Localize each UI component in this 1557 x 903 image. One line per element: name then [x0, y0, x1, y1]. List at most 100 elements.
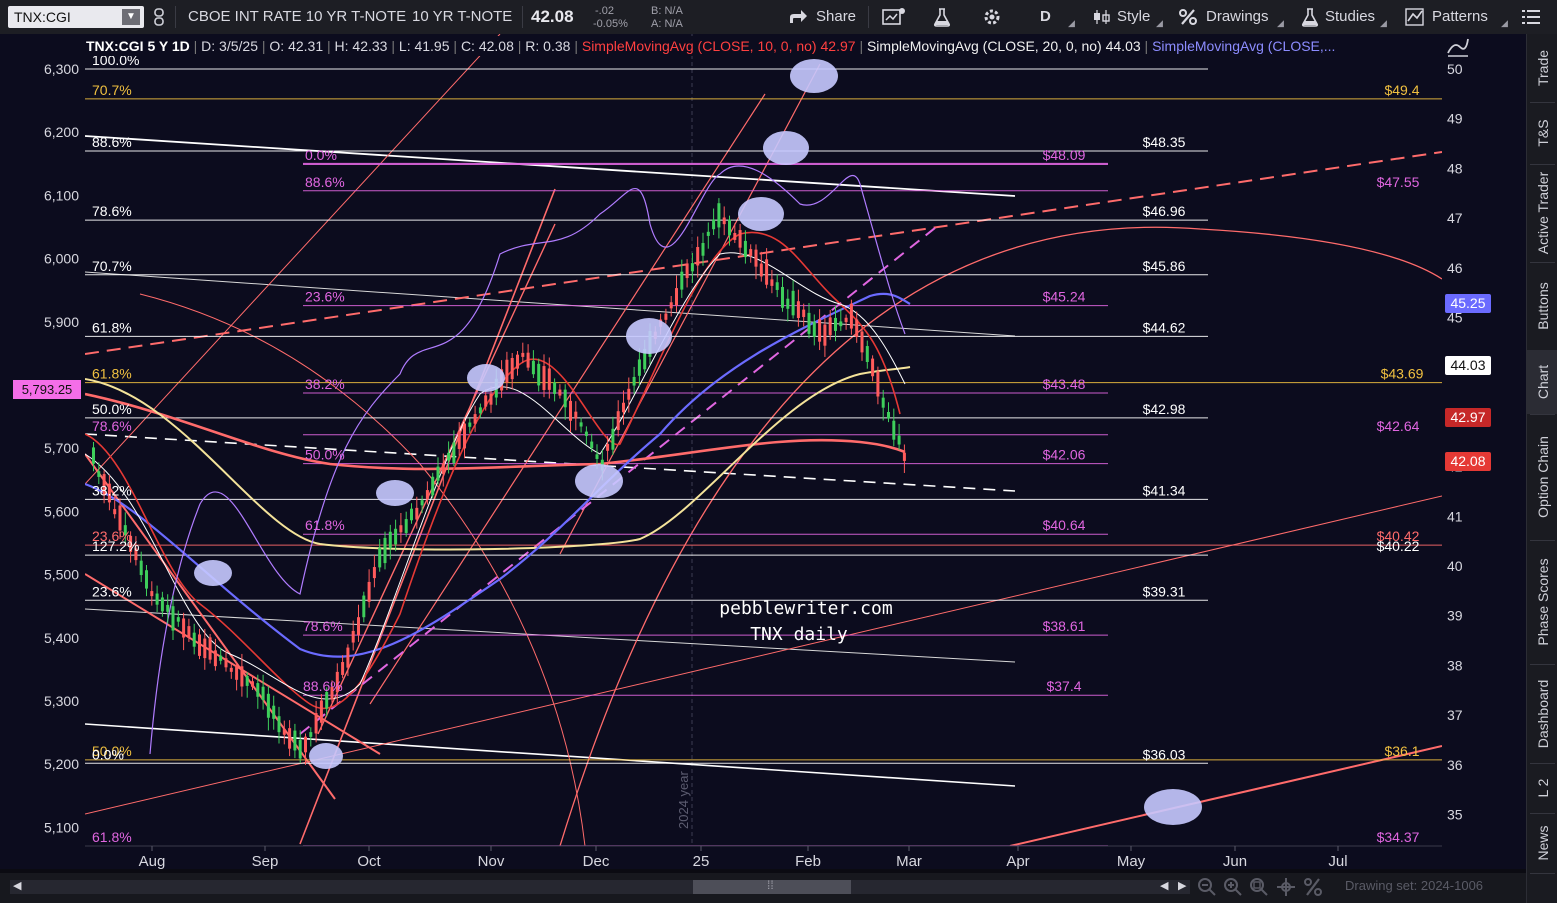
highlight-ellipse [626, 318, 672, 354]
candle-body [775, 282, 779, 290]
candle-body [399, 525, 403, 533]
rail-tab-chart[interactable]: Chart [1527, 350, 1557, 414]
candle-body [616, 411, 620, 431]
zoom-box-icon[interactable] [1248, 876, 1270, 903]
candle-body [484, 395, 488, 407]
scroll-right-icon[interactable]: ▶ [1178, 879, 1186, 892]
candle-body [436, 466, 440, 481]
zoom-out-icon[interactable] [1196, 876, 1218, 903]
ask-value: A: N/A [651, 18, 683, 30]
sma10-label[interactable]: SimpleMovingAvg (CLOSE, 10, 0, no) [582, 38, 817, 54]
chevron-down-icon[interactable]: ▼ [122, 9, 140, 25]
bottom-bar: ◀ ◀ ▶ ⁞⁞ Drawing set: 2024-1006 [0, 873, 1526, 903]
rail-tab-phase-scores[interactable]: Phase Scores [1527, 540, 1557, 664]
fib-percent-label: 78.6% [92, 418, 132, 434]
rail-tab-t-s[interactable]: T&S [1527, 102, 1557, 164]
link-icon[interactable] [152, 8, 166, 26]
pan-icon[interactable] [1276, 877, 1296, 902]
highlight-ellipse [194, 560, 232, 586]
aggregation-button[interactable]: D [1040, 0, 1051, 34]
candle-body [298, 740, 302, 759]
collapse-studies-icon[interactable] [1446, 37, 1470, 57]
symbol-selector[interactable]: TNX:CGI ▼ [8, 6, 144, 28]
rail-tab-label: News [1534, 825, 1551, 861]
zoom-in-icon[interactable] [1222, 876, 1244, 903]
candle-body [505, 359, 509, 383]
candle-body [118, 505, 122, 531]
patterns-button[interactable]: Patterns ◢ [1403, 0, 1509, 34]
candle-body [367, 581, 371, 602]
style-button[interactable]: Style ◢ [1090, 0, 1163, 34]
drawing-set-label[interactable]: Drawing set: 2024-1006 [1345, 878, 1483, 893]
sma20-label[interactable]: SimpleMovingAvg (CLOSE, 20, 0, no) [867, 38, 1102, 54]
candle-body [372, 567, 376, 579]
drawings-button[interactable]: Drawings ◢ [1176, 0, 1284, 34]
candle-body [415, 507, 419, 520]
fib-price-label: $43.69 [1381, 366, 1424, 382]
share-button[interactable]: Share [786, 0, 858, 34]
menu-icon[interactable] [1522, 9, 1540, 30]
last-price: 42.08 [531, 7, 574, 26]
chart-notes-icon[interactable] [882, 8, 906, 31]
rail-tab-trade[interactable]: Trade [1527, 34, 1557, 102]
sma10-value: 42.97 [820, 38, 856, 54]
fib-price-label: $43.48 [1043, 376, 1086, 392]
candle-body [881, 397, 885, 408]
candle-body [272, 705, 276, 719]
left-tick-label: 5,200 [44, 756, 79, 772]
rail-tab-active-trader[interactable]: Active Trader [1527, 164, 1557, 262]
horizontal-scrollbar[interactable] [10, 880, 1190, 894]
candle-body [261, 686, 265, 700]
candle-body [229, 667, 233, 672]
highlight-ellipse [790, 59, 838, 93]
gear-icon[interactable] [982, 7, 1002, 32]
fib-price-label: $40.22 [1377, 538, 1420, 554]
highlight-ellipse [309, 743, 343, 769]
rail-tab-l-2[interactable]: L 2 [1527, 763, 1557, 813]
rail-tab-news[interactable]: News [1527, 813, 1557, 873]
candle-body [669, 302, 673, 309]
x-tick-label: Jun [1223, 853, 1247, 869]
flask-icon[interactable] [932, 7, 952, 32]
candle-body [765, 259, 769, 285]
bar-open: O: 42.31 [269, 38, 324, 54]
rail-tab-label: T&S [1534, 119, 1551, 147]
x-tick-label: Feb [795, 853, 821, 869]
rail-tab-buttons[interactable]: Buttons [1527, 262, 1557, 350]
candle-body [378, 547, 382, 568]
candle-body [849, 303, 853, 329]
candle-body [468, 422, 472, 427]
candle-body [754, 249, 758, 267]
candle-body [632, 376, 636, 386]
symbol-description: CBOE INT RATE 10 YR T-NOTE [188, 8, 407, 25]
bar-date: D: 3/5/25 [201, 38, 258, 54]
candle-body [812, 321, 816, 337]
fib-percent-label: 0.0% [305, 147, 337, 163]
scroll-left-icon[interactable]: ◀ [13, 879, 21, 892]
candle-body [595, 454, 599, 459]
rail-tab-dashboard[interactable]: Dashboard [1527, 664, 1557, 763]
candle-body [192, 632, 196, 647]
highlight-ellipse [738, 197, 784, 231]
right-price-badge: 42.97 [1445, 408, 1491, 427]
bar-low: L: 41.95 [398, 38, 450, 54]
scroll-left-end-icon[interactable]: ◀ [1160, 879, 1168, 892]
price-chart[interactable]: 100.0%70.7% $49.488.6% $48.350.0% $48.0988.… [0, 34, 1526, 869]
candle-body [563, 389, 567, 408]
share-icon [790, 10, 807, 23]
candle-body [139, 560, 143, 576]
chart-area[interactable]: 100.0% 70.7% $49.4 88.6% $48.35 0.0% $48.09 88.… [0, 34, 1526, 869]
fib-percent-label: 23.6% [305, 289, 345, 305]
rail-tab-option-chain[interactable]: Option Chain [1527, 414, 1557, 540]
fib-price-label: $42.06 [1043, 447, 1086, 463]
candle-body [818, 319, 822, 342]
candle-body [282, 729, 286, 735]
highlight-ellipse [376, 480, 414, 506]
fib-percent-label: 61.8% [305, 517, 345, 533]
fib-percent-label: 70.7% [92, 82, 132, 98]
sma-third-label[interactable]: SimpleMovingAvg (CLOSE,... [1152, 38, 1335, 54]
studies-button[interactable]: Studies ◢ [1298, 0, 1390, 34]
candle-body [855, 319, 859, 338]
rail-tab-label: Option Chain [1534, 436, 1551, 518]
percent-icon[interactable] [1303, 877, 1323, 902]
